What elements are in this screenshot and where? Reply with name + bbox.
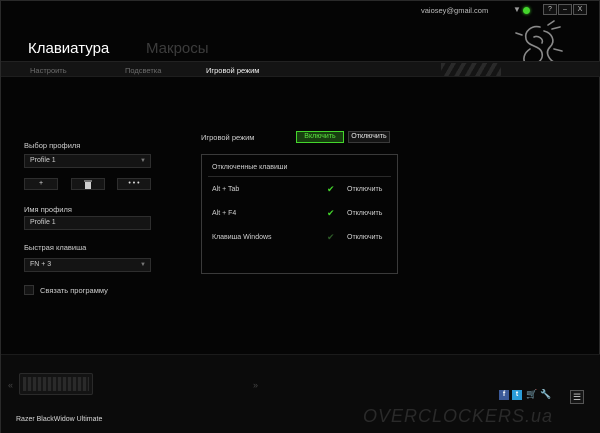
app-window: vaiosey@gmail.com ▼ ? – X Клавиатура Мак…	[0, 0, 600, 433]
device-name: Razer BlackWidow Ultimate	[16, 416, 103, 423]
profile-name-label: Имя профиля	[24, 205, 72, 214]
check-icon[interactable]: ✔	[327, 208, 335, 219]
divider	[208, 176, 391, 177]
user-email[interactable]: vaiosey@gmail.com	[421, 6, 488, 15]
minimize-button[interactable]: –	[558, 4, 572, 15]
delete-profile-button[interactable]	[71, 178, 105, 190]
hotkey-label: Быстрая клавиша	[24, 243, 87, 252]
chevron-down-icon[interactable]: ▼	[513, 5, 521, 14]
disabled-key-name: Клавиша Windows	[212, 234, 272, 241]
profile-dropdown[interactable]: Profile 1 ▼	[24, 154, 151, 168]
wrench-icon[interactable]: 🔧	[540, 389, 551, 400]
keyboard-device-image[interactable]	[19, 373, 93, 395]
add-profile-button[interactable]: +	[24, 178, 58, 190]
close-button[interactable]: X	[573, 4, 587, 15]
game-mode-label: Игровой режим	[201, 133, 255, 142]
profile-select-label: Выбор профиля	[24, 141, 81, 150]
facebook-icon[interactable]: f	[499, 390, 509, 400]
profile-dropdown-value: Profile 1	[30, 157, 56, 164]
game-mode-enable-button[interactable]: Включить	[296, 131, 344, 143]
prev-device-icon[interactable]: «	[8, 380, 13, 390]
decorative-stripes	[441, 63, 501, 76]
disabled-key-name: Alt + F4	[212, 210, 237, 217]
disabled-key-row: Клавиша Windows ✔ Отключить	[202, 232, 397, 245]
subnav-customize[interactable]: Настроить	[30, 66, 67, 75]
link-program-label: Связать программу	[40, 286, 108, 295]
chevron-down-icon: ▼	[140, 262, 146, 268]
disabled-key-row: Alt + Tab ✔ Отключить	[202, 184, 397, 197]
sub-navigation: Настроить Подсветка Игровой режим	[1, 61, 600, 77]
disabled-keys-panel: Отключенные клавиши Alt + Tab ✔ Отключит…	[201, 154, 398, 274]
online-status-icon	[523, 7, 530, 14]
more-options-button[interactable]: • • •	[117, 178, 151, 190]
twitter-icon[interactable]: t	[512, 390, 522, 400]
cart-icon[interactable]: 🛒	[526, 389, 537, 400]
menu-button[interactable]: ☰	[570, 390, 584, 404]
disabled-key-row: Alt + F4 ✔ Отключить	[202, 208, 397, 221]
subnav-gaming-mode[interactable]: Игровой режим	[206, 66, 259, 75]
check-icon[interactable]: ✔	[327, 232, 335, 243]
hotkey-dropdown[interactable]: FN + 3 ▼	[24, 258, 151, 272]
profile-name-input[interactable]: Profile 1	[24, 216, 151, 230]
hotkey-dropdown-value: FN + 3	[30, 261, 52, 268]
watermark: OVERCLOCKERS.ua	[363, 406, 554, 426]
trash-icon	[84, 180, 92, 189]
disabled-key-name: Alt + Tab	[212, 186, 240, 193]
chevron-down-icon: ▼	[140, 158, 146, 164]
disabled-key-action: Отключить	[347, 234, 383, 241]
game-mode-disable-button[interactable]: Отключить	[348, 131, 390, 143]
disabled-key-action: Отключить	[347, 186, 383, 193]
disabled-key-action: Отключить	[347, 210, 383, 217]
link-program-checkbox[interactable]	[24, 285, 34, 295]
check-icon[interactable]: ✔	[327, 184, 335, 195]
subnav-lighting[interactable]: Подсветка	[125, 66, 161, 75]
tab-keyboard[interactable]: Клавиатура	[28, 40, 109, 57]
tab-macros[interactable]: Макросы	[146, 40, 209, 57]
disabled-keys-title: Отключенные клавиши	[212, 164, 288, 171]
next-device-icon[interactable]: »	[253, 380, 258, 390]
help-button[interactable]: ?	[543, 4, 557, 15]
